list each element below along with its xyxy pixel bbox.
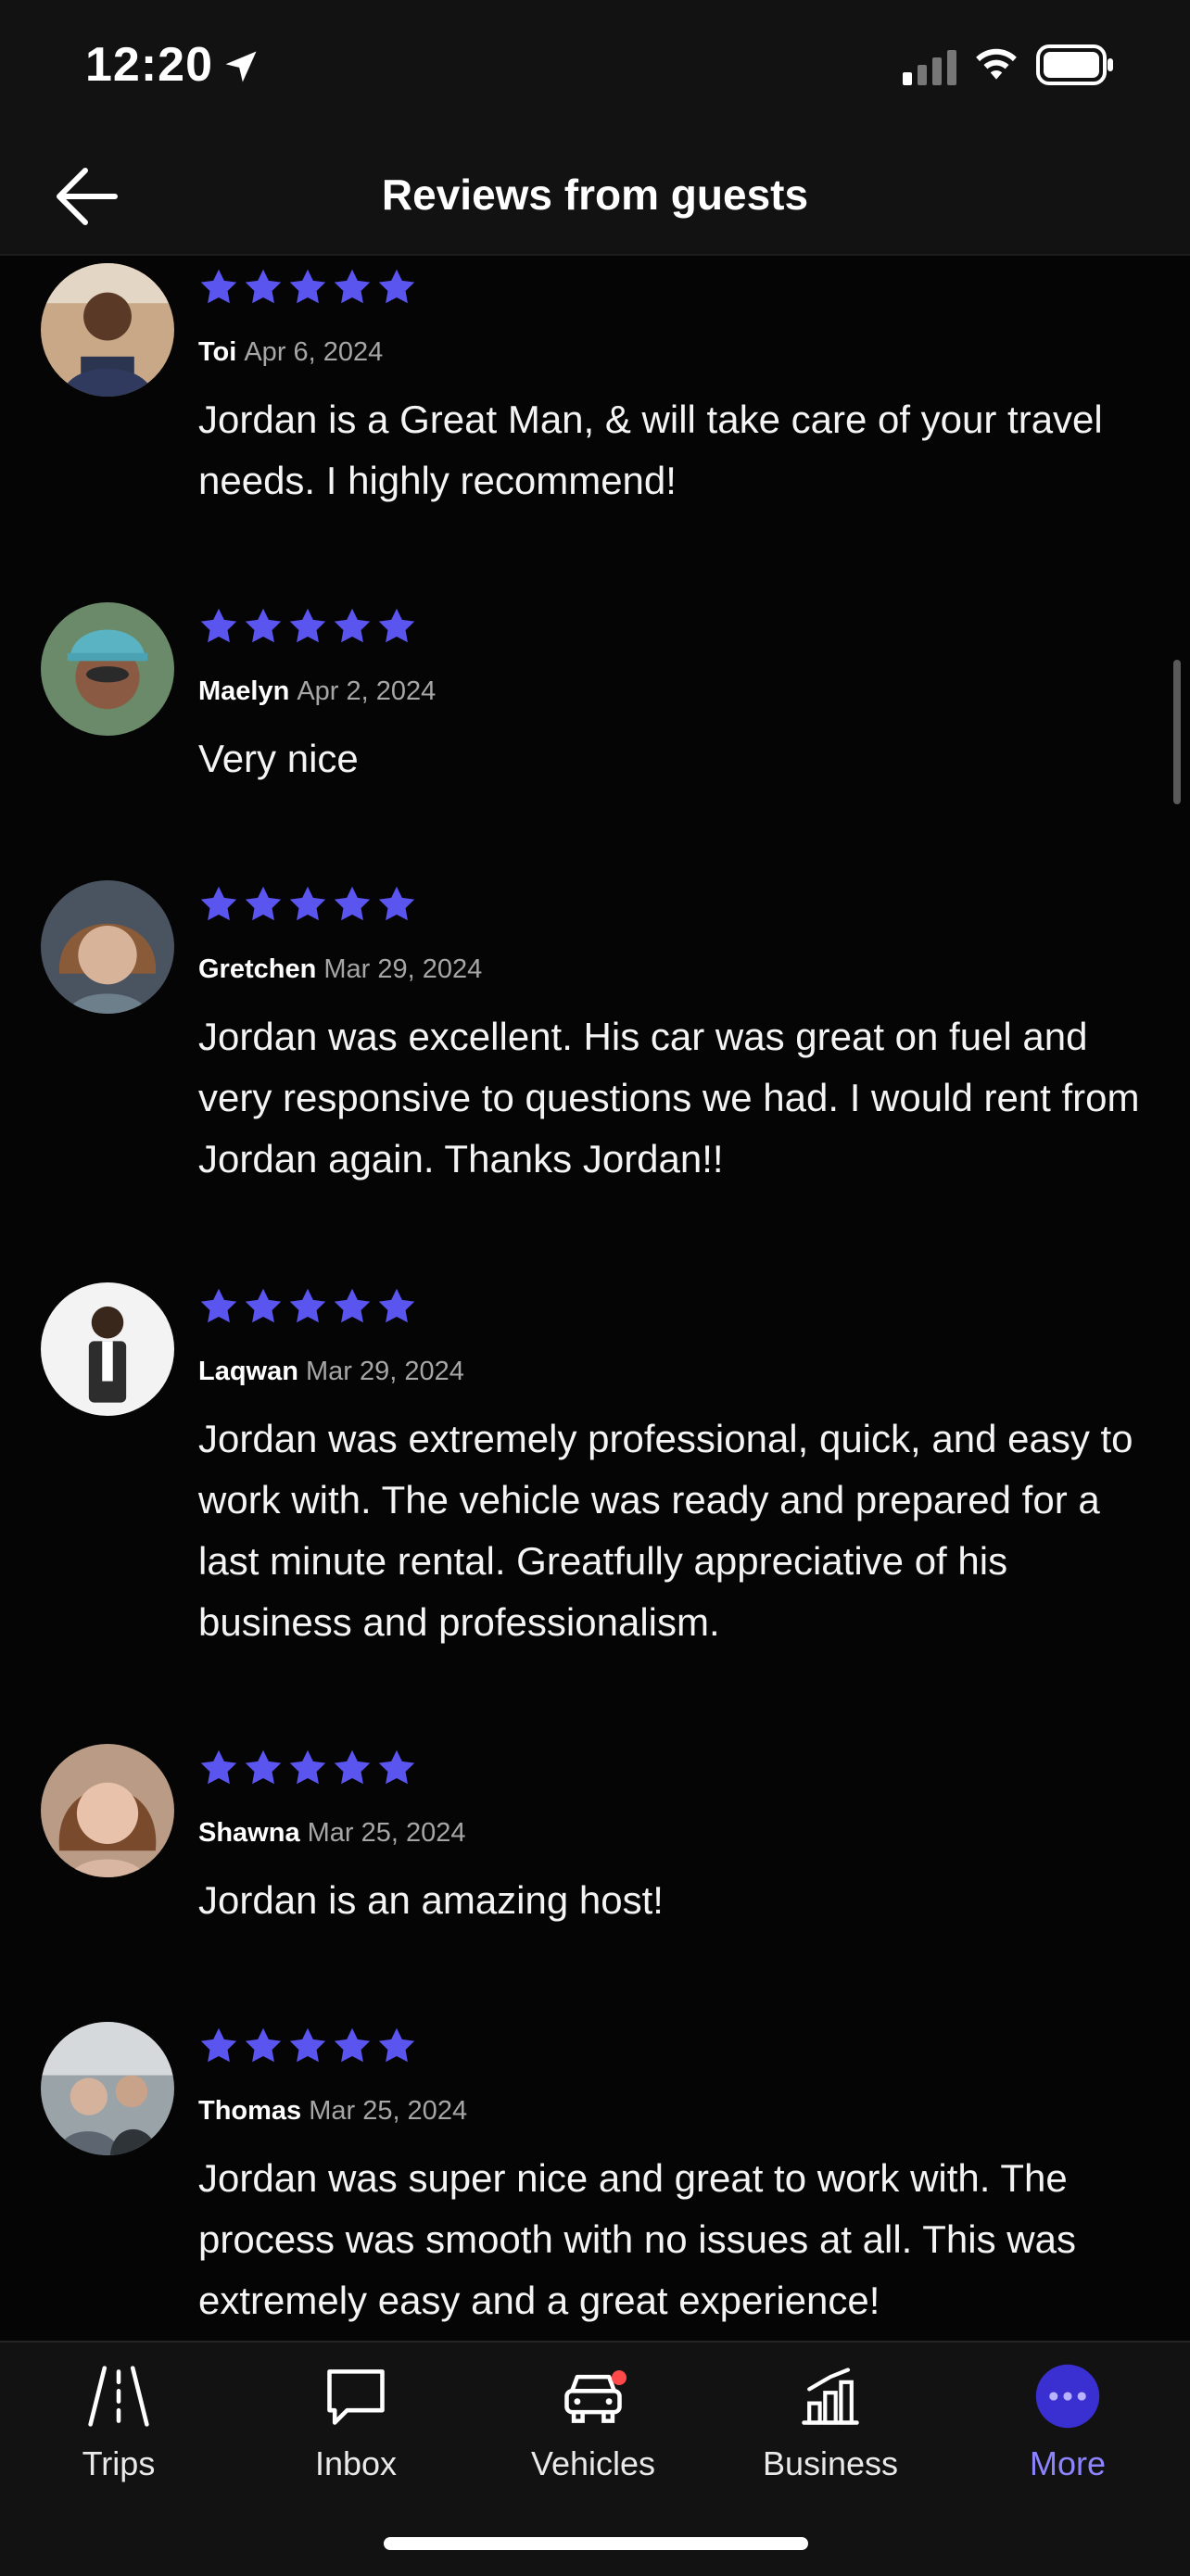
review-date: Mar 25, 2024 <box>307 1818 466 1848</box>
star-icon <box>378 608 415 643</box>
reviewer-name: Laqwan <box>198 1357 298 1386</box>
notification-dot <box>612 2370 627 2385</box>
star-icon <box>245 1749 282 1785</box>
star-icon <box>289 608 326 643</box>
review-text: Very nice <box>198 737 359 780</box>
avatar <box>41 263 174 397</box>
reviews-list[interactable]: Toi Apr 6, 2024 Jordan is a Great Man, & … <box>0 256 1190 2341</box>
reviewer-line: Gretchen Mar 29, 2024 <box>198 953 482 986</box>
star-icon <box>334 608 371 643</box>
status-bar: 12:20 <box>0 0 1190 139</box>
star-rating <box>198 2026 417 2066</box>
road-icon <box>88 2366 149 2427</box>
tab-label: Trips <box>82 2444 156 2482</box>
star-icon <box>245 2027 282 2063</box>
star-icon <box>245 1288 282 1323</box>
star-rating <box>198 884 417 925</box>
battery-icon <box>1036 44 1113 85</box>
star-icon <box>245 608 282 643</box>
status-time: 12:20 <box>85 38 213 92</box>
location-arrow-icon <box>225 51 257 82</box>
review-date: Apr 2, 2024 <box>297 676 437 706</box>
more-dots-icon <box>1035 2364 1100 2429</box>
star-icon <box>334 269 371 304</box>
star-rating <box>198 1748 417 1788</box>
review-text: Jordan was extremely professional, quick… <box>198 1417 1133 1644</box>
tab-business[interactable]: Business <box>738 2361 923 2500</box>
star-icon <box>289 886 326 921</box>
star-icon <box>200 1749 237 1785</box>
avatar <box>41 602 174 736</box>
review-text: Jordan was excellent. His car was great … <box>198 1015 1140 1181</box>
scrollbar-thumb[interactable] <box>1173 660 1181 804</box>
tab-label: Business <box>762 2444 899 2482</box>
star-icon <box>334 1288 371 1323</box>
reviewer-line: Laqwan Mar 29, 2024 <box>198 1355 464 1388</box>
star-icon <box>200 1288 237 1323</box>
star-icon <box>245 886 282 921</box>
star-icon <box>378 886 415 921</box>
star-rating <box>198 606 417 647</box>
star-icon <box>334 1749 371 1785</box>
reviewer-name: Gretchen <box>198 954 317 984</box>
review-date: Mar 25, 2024 <box>309 2096 468 2126</box>
home-indicator[interactable] <box>384 2537 808 2550</box>
reviewer-line: Maelyn Apr 2, 2024 <box>198 675 436 708</box>
review-text: Jordan was super nice and great to work … <box>198 2156 1076 2322</box>
star-icon <box>289 269 326 304</box>
reviewer-line: Shawna Mar 25, 2024 <box>198 1816 465 1850</box>
review-text: Jordan is an amazing host! <box>198 1878 664 1922</box>
tab-label: Vehicles <box>530 2444 656 2482</box>
star-icon <box>245 269 282 304</box>
star-icon <box>289 2027 326 2063</box>
tab-inbox[interactable]: Inbox <box>263 2361 449 2500</box>
bar-chart-icon <box>802 2368 859 2425</box>
chat-bubble-icon <box>327 2369 385 2425</box>
tab-label: More <box>1029 2444 1107 2482</box>
reviewer-name: Maelyn <box>198 676 290 706</box>
star-icon <box>378 269 415 304</box>
page-title: Reviews from guests <box>381 170 809 219</box>
star-rating <box>198 267 417 308</box>
review-date: Mar 29, 2024 <box>305 1357 464 1386</box>
reviewer-line: Toi Apr 6, 2024 <box>198 335 383 369</box>
star-icon <box>334 886 371 921</box>
avatar <box>41 1282 174 1416</box>
star-icon <box>378 1749 415 1785</box>
reviewer-name: Toi <box>198 337 237 367</box>
tab-trips[interactable]: Trips <box>26 2361 211 2500</box>
tab-label: Inbox <box>314 2444 398 2482</box>
wifi-icon <box>976 48 1017 80</box>
star-rating <box>198 1286 417 1327</box>
avatar <box>41 880 174 1014</box>
star-icon <box>200 2027 237 2063</box>
star-icon <box>200 269 237 304</box>
cellular-signal-icon <box>903 50 956 85</box>
tab-vehicles[interactable]: Vehicles <box>500 2361 686 2500</box>
avatar <box>41 2022 174 2155</box>
header: Reviews from guests <box>0 139 1190 256</box>
star-icon <box>200 608 237 643</box>
star-icon <box>334 2027 371 2063</box>
star-icon <box>378 1288 415 1323</box>
star-icon <box>289 1288 326 1323</box>
star-icon <box>289 1749 326 1785</box>
reviewer-name: Thomas <box>198 2096 302 2126</box>
review-date: Apr 6, 2024 <box>244 337 384 367</box>
review-date: Mar 29, 2024 <box>323 954 483 984</box>
star-icon <box>200 886 237 921</box>
tab-more[interactable]: More <box>975 2361 1160 2500</box>
review-text: Jordan is a Great Man, & will take care … <box>198 398 1103 502</box>
reviewer-name: Shawna <box>198 1818 300 1848</box>
avatar <box>41 1744 174 1877</box>
star-icon <box>378 2027 415 2063</box>
reviewer-line: Thomas Mar 25, 2024 <box>198 2094 467 2128</box>
